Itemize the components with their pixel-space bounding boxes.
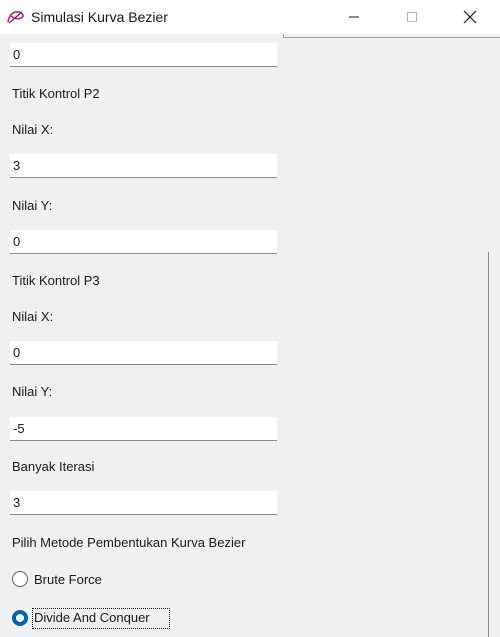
form-panel: Titik Kontrol P2 Nilai X: Nilai Y: Titik… bbox=[0, 34, 500, 637]
p3-y-input[interactable] bbox=[10, 417, 277, 441]
p2-y-input[interactable] bbox=[10, 230, 277, 254]
p1-y-input[interactable] bbox=[10, 43, 277, 67]
iterations-input[interactable] bbox=[10, 491, 277, 515]
app-window: Simulasi Kurva Bezier Titik Kontrol P2 N… bbox=[0, 0, 500, 637]
minimize-icon bbox=[349, 16, 359, 18]
p3-heading: Titik Kontrol P3 bbox=[12, 273, 100, 288]
p3-x-label: Nilai X: bbox=[12, 309, 54, 324]
maximize-button[interactable] bbox=[389, 0, 435, 34]
p3-y-label: Nilai Y: bbox=[12, 384, 53, 399]
radio-checked-icon[interactable] bbox=[12, 610, 28, 626]
title-bar[interactable]: Simulasi Kurva Bezier bbox=[0, 0, 500, 34]
bezier-curve-app-icon bbox=[7, 9, 25, 25]
close-button[interactable] bbox=[447, 0, 493, 34]
close-icon bbox=[463, 10, 477, 24]
maximize-icon bbox=[407, 12, 417, 22]
iterations-label: Banyak Iterasi bbox=[12, 459, 95, 474]
p2-x-label: Nilai X: bbox=[12, 122, 54, 137]
p2-x-input[interactable] bbox=[10, 154, 277, 178]
method-label: Pilih Metode Pembentukan Kurva Bezier bbox=[12, 535, 246, 550]
p2-y-label: Nilai Y: bbox=[12, 198, 53, 213]
window-title: Simulasi Kurva Bezier bbox=[31, 9, 168, 25]
radio-unchecked-icon[interactable] bbox=[12, 571, 28, 587]
window-content: Titik Kontrol P2 Nilai X: Nilai Y: Titik… bbox=[0, 34, 500, 637]
radio-label-brute-force[interactable]: Brute Force bbox=[34, 572, 102, 587]
p3-x-input[interactable] bbox=[10, 341, 277, 365]
p2-heading: Titik Kontrol P2 bbox=[12, 86, 100, 101]
radio-label-divide-and-conquer[interactable]: Divide And Conquer bbox=[34, 610, 150, 625]
minimize-button[interactable] bbox=[331, 0, 377, 34]
